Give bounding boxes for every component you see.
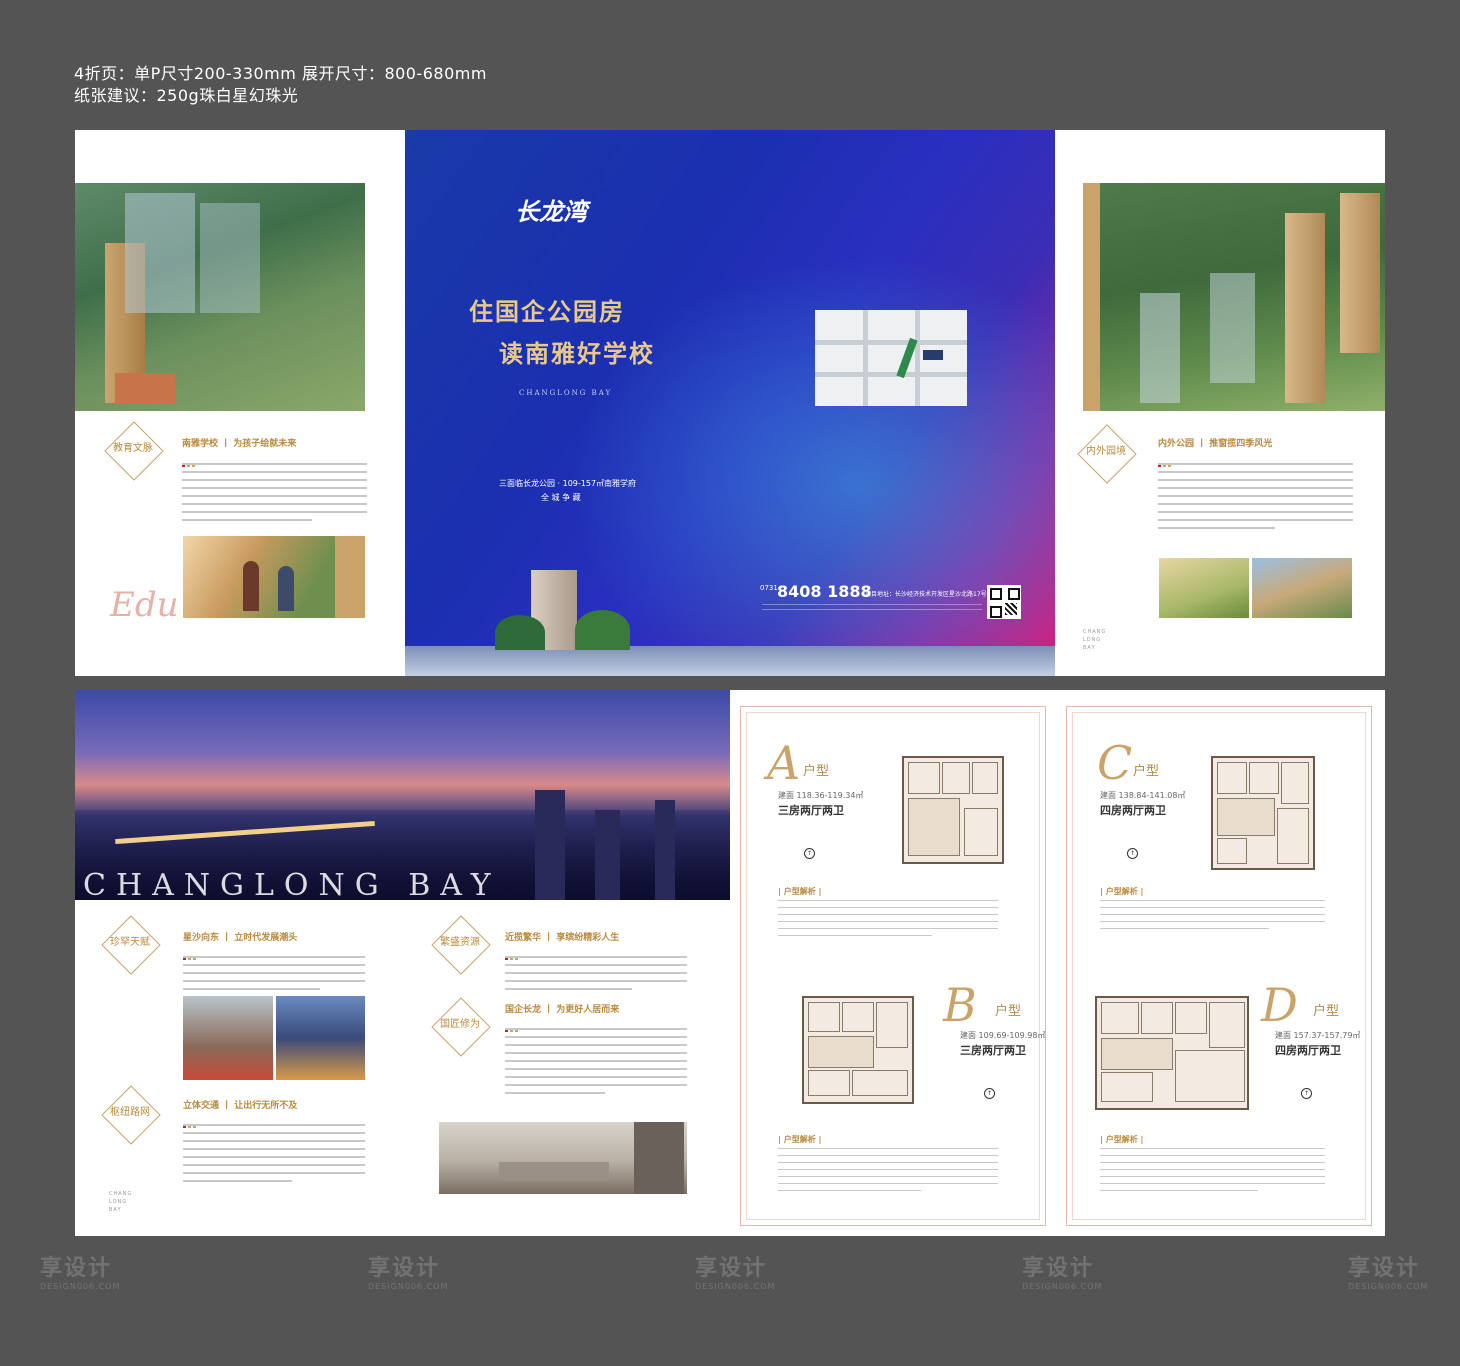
plan-c-rooms: 四房两厅两卫: [1100, 804, 1166, 817]
plan-b-letter: B: [943, 978, 977, 1032]
compass-icon: ↑: [1301, 1088, 1312, 1099]
bottom-spread: CHANGLONG BAY 珍罕天赋 星沙向东 丨 立时代发展潮头 枢纽路网 立…: [75, 690, 1385, 1236]
hex-badge-resources: 繁盛资源: [431, 915, 491, 975]
cover-tagline: 三面临长龙公园 · 109-157㎡南雅学府: [499, 479, 637, 488]
cover-logo: 长龙湾: [515, 197, 587, 226]
section-title-1: 星沙向东 丨 立时代发展潮头: [183, 933, 298, 943]
section-title-2: 近揽繁华 丨 享缤纷精彩人生: [505, 933, 620, 943]
compass-icon: ↑: [804, 848, 815, 859]
cover-phone: 8408 1888: [777, 582, 872, 601]
plan-a-type: 户型: [803, 764, 830, 779]
metro-photo: [183, 996, 273, 1080]
plan-a-letter: A: [767, 736, 801, 790]
plan-a-analysis: | 户型解析 |: [778, 887, 822, 896]
title-dots: [182, 452, 198, 467]
section-2-text: [505, 956, 687, 996]
left-body-text: [182, 463, 367, 527]
hex-badge-garden: 内外园境: [1077, 424, 1137, 484]
plan-b-rooms: 三房两厅两卫: [960, 1044, 1026, 1057]
hex-badge-education: 教育文脉: [104, 421, 164, 481]
title-dots: [505, 945, 521, 960]
qr-code: [987, 585, 1021, 619]
plan-c-analysis: | 户型解析 |: [1100, 887, 1144, 896]
plan-b-text: [778, 1148, 998, 1197]
right-section-title: 内外公园 丨 推窗揽四季风光: [1158, 439, 1273, 449]
hex-badge-talent: 珍罕天赋: [101, 915, 161, 975]
phone-prefix: 0731: [760, 584, 778, 592]
plan-c-type: 户型: [1133, 764, 1160, 779]
plan-c-area: 建面 138.84-141.08㎡: [1100, 791, 1186, 800]
interior-photo: [439, 1122, 687, 1194]
location-map: [815, 310, 967, 406]
compass-icon: ↑: [984, 1088, 995, 1099]
plan-b-area: 建面 109.69-109.98㎡: [960, 1031, 1046, 1040]
section-title-3: 国企长龙 丨 为更好人居而来: [505, 1005, 620, 1015]
plan-d-floorplan: [1095, 996, 1249, 1110]
title-dots: [1158, 452, 1174, 467]
section-4-text: [183, 1124, 365, 1188]
children-photo: [183, 536, 335, 618]
plan-a-text: [778, 900, 998, 942]
title-dots: [505, 1017, 521, 1032]
cover-fineprint: [762, 604, 982, 614]
hex-badge-transport: 枢纽路网: [101, 1085, 161, 1145]
plan-d-rooms: 四房两厅两卫: [1275, 1044, 1341, 1057]
banner-title: CHANGLONG BAY: [83, 868, 501, 900]
cover-tagline-2: 全 城 争 藏: [541, 493, 581, 502]
plan-b-floorplan: [802, 996, 914, 1104]
plan-a-rooms: 三房两厅两卫: [778, 804, 844, 817]
watermark: 享设计 DESIGN006.COM: [695, 1256, 776, 1291]
section-title-4: 立体交通 丨 让出行无所不及: [183, 1101, 298, 1111]
park-photo-1: [1159, 558, 1249, 618]
cover-address: 项目地址：长沙经济技术开发区星沙北路17号: [865, 591, 987, 598]
title-dots: [183, 945, 199, 960]
section-3-text: [505, 1028, 687, 1100]
city-banner: CHANGLONG BAY: [75, 690, 730, 900]
plan-a-area: 建面 118.36-119.34㎡: [778, 791, 864, 800]
cover-subtitle: CHANGLONG BAY: [519, 389, 613, 397]
tree-left: [495, 615, 545, 650]
spec-line-paper: 纸张建议：250g珠白星幻珠光: [74, 86, 299, 105]
edu-script: Edu: [110, 585, 179, 625]
watermark: 享设计 DESIGN006.COM: [40, 1256, 121, 1291]
watermark: 享设计 DESIGN006.COM: [1022, 1256, 1103, 1291]
watermark: 享设计 DESIGN006.COM: [368, 1256, 449, 1291]
plan-c-letter: C: [1097, 736, 1133, 790]
plan-d-letter: D: [1261, 978, 1298, 1032]
right-panel: 内外园境 内外公园 丨 推窗揽四季风光 CHANG LONG BAY: [1055, 130, 1385, 676]
title-dots: [183, 1113, 199, 1128]
cover-slogan-2: 读南雅好学校: [499, 339, 655, 368]
aerial-photo-right: [1100, 183, 1385, 411]
gold-block: [335, 536, 365, 618]
spec-line-size: 4折页：单P尺寸200-330mm 展开尺寸：800-680mm: [74, 64, 487, 83]
right-body-text: [1158, 463, 1353, 535]
watermark: 享设计 DESIGN006.COM: [1348, 1256, 1429, 1291]
plan-c-floorplan: [1211, 756, 1315, 870]
plan-d-analysis: | 户型解析 |: [1100, 1135, 1144, 1144]
left-section-title: 南雅学校 丨 为孩子绘就未来: [182, 439, 297, 449]
vertical-mark-right: CHANG LONG BAY: [1083, 629, 1107, 651]
cover-panel: 长龙湾 住国企公园房 读南雅好学校 CHANGLONG BAY 三面临长龙公园 …: [405, 130, 1055, 676]
highway-photo: [276, 996, 365, 1080]
plan-d-type: 户型: [1313, 1004, 1340, 1019]
left-panel: 教育文脉 南雅学校 丨 为孩子绘就未来 Edu: [75, 130, 405, 676]
plan-b-analysis: | 户型解析 |: [778, 1135, 822, 1144]
section-1-text: [183, 956, 365, 996]
compass-icon: ↑: [1127, 848, 1138, 859]
hex-badge-state: 国匠修为: [431, 997, 491, 1057]
tree-right: [575, 610, 630, 650]
plan-b-type: 户型: [995, 1004, 1022, 1019]
plan-a-floorplan: [902, 756, 1004, 864]
aerial-photo-left: [75, 183, 365, 411]
plan-d-area: 建面 157.37-157.79㎡: [1275, 1031, 1361, 1040]
cover-slogan-1: 住国企公园房: [469, 297, 625, 326]
plan-c-text: [1100, 900, 1325, 935]
gold-strip: [1083, 183, 1100, 411]
vertical-mark-bottom: CHANG LONG BAY: [109, 1191, 133, 1213]
plan-d-text: [1100, 1148, 1325, 1197]
park-photo-2: [1252, 558, 1352, 618]
